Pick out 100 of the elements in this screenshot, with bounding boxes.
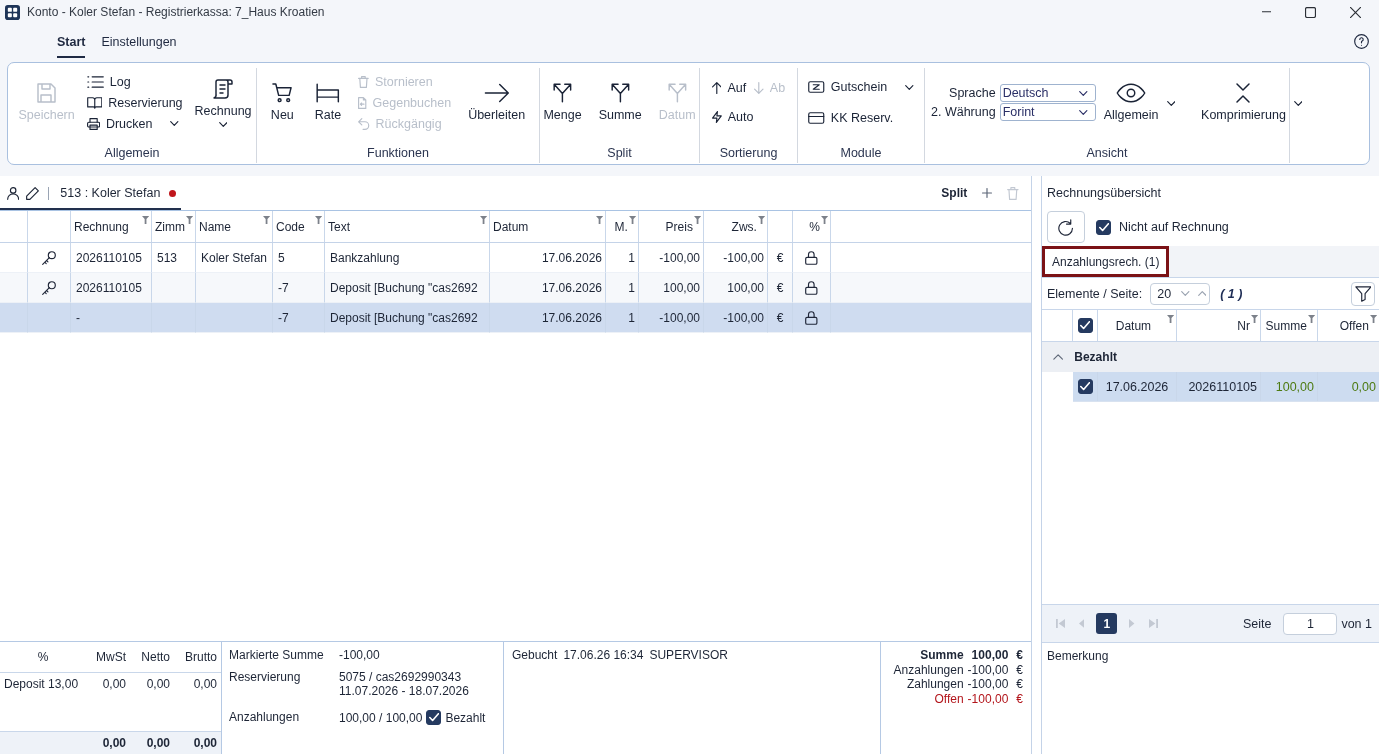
filter-icon[interactable] [1369,315,1377,323]
spinner-field[interactable]: 20 [1150,282,1211,305]
column-header[interactable]: Datum [490,211,606,242]
ribbon-button[interactable]: Komprimierung [1197,80,1307,125]
table-cell: 17.06.2026 [490,303,606,333]
booking-time: 17.06.26 16:34 [563,648,644,662]
chevron-up-icon[interactable] [1053,354,1064,360]
ribbon-button[interactable]: Rate [310,80,346,125]
filter-icon[interactable] [1307,315,1315,323]
column-header[interactable]: Name [196,211,273,242]
key-icon[interactable] [42,280,56,295]
list-icon [86,75,104,88]
padlock-icon[interactable] [805,280,818,295]
column-header[interactable]: Summe [1261,310,1318,341]
minimize-icon[interactable] [1262,11,1271,13]
window-title: Konto - Koler Stefan - Registrierkassa: 7_Haus Kroatien [27,5,325,19]
checkbox[interactable] [1077,379,1093,394]
column-header[interactable]: M. [606,211,639,242]
chevron-down-icon [170,121,179,126]
field-value: 5075 / cas2692990343 [339,670,462,684]
filter-icon[interactable] [693,216,701,224]
column-header[interactable]: Text [325,211,490,242]
dropdown-field[interactable]: Deutsch [999,84,1096,102]
filter-icon[interactable] [757,216,765,224]
table-cell: - [71,303,152,333]
ribbon-button[interactable]: Gutschein [808,77,914,97]
ticket-icon [808,81,825,93]
tab[interactable]: Anzahlungsrech. (1) [1042,246,1170,277]
filter-icon[interactable] [186,216,194,224]
split-button[interactable]: Split [941,186,968,200]
chevron-down-icon [1166,101,1176,106]
filter-icon[interactable] [1166,315,1174,323]
checkbox[interactable] [1077,318,1093,333]
filter-icon[interactable] [479,216,487,224]
filter-icon[interactable] [1250,315,1258,323]
table-cell-text: 0,00 [192,677,218,691]
field-label: Anzahlungen [229,710,301,725]
chevrons-icon [1235,82,1252,103]
column-header[interactable]: Nr [1177,310,1261,341]
menu-tab[interactable]: Start [57,28,86,58]
table-row[interactable]: 2026110105 -7 Deposit [Buchung "cas2692 17.06.2026 1 100,00 100,00 € [0,273,1031,303]
cart-icon [272,82,293,103]
pencil-icon[interactable] [26,186,40,200]
ribbon-button[interactable]: Überleiten [464,80,530,125]
ribbon-button[interactable]: Auto [711,107,754,127]
ribbon-button[interactable]: Auf [711,78,747,98]
account-tab[interactable]: 513 : Koler Stefan [0,176,182,210]
padlock-icon[interactable] [805,250,818,265]
total-cell-text: 0,00 [192,736,218,750]
table-row[interactable]: 17.06.2026 2026110105 100,00 0,00 [1073,372,1379,402]
refresh-button[interactable] [1047,211,1085,243]
arrow-right-icon [483,82,510,103]
column-header: Netto [140,650,171,664]
close-icon[interactable] [1350,6,1361,18]
column-header[interactable]: Offen [1318,310,1379,341]
filter-icon[interactable] [595,216,603,224]
filter-icon[interactable] [314,216,322,224]
column-header[interactable]: Datum [1098,310,1177,341]
column-header[interactable]: Code [273,211,325,242]
table-cell: 1 [606,303,639,333]
filter-icon[interactable] [141,216,149,224]
ribbon-button[interactable]: Allgemein [1099,80,1180,125]
filter-icon[interactable] [262,216,270,224]
column-header[interactable]: Zimm [152,211,196,242]
ribbon-button[interactable]: Rechnung [190,76,256,129]
group-label: Split [606,145,633,162]
plus-icon[interactable] [982,188,993,198]
ribbon-button[interactable]: Neu [266,80,298,125]
checkbox[interactable] [1096,219,1111,235]
person-icon[interactable] [7,186,20,200]
ribbon-button[interactable]: Reservierung [86,92,183,113]
table-cell-text: 0,00 [1350,378,1377,396]
currency-symbol: € [1015,677,1023,692]
page-input[interactable]: 1 [1283,612,1338,635]
currency-symbol: € [1015,648,1023,663]
dropdown-field[interactable]: Forint [999,103,1096,121]
ribbon-button[interactable]: Summe [594,80,646,125]
scroll-icon [213,78,234,99]
column-header[interactable]: Preis [639,211,704,242]
ribbon-button[interactable]: Log [86,71,131,92]
table-row[interactable]: - -7 Deposit [Buchung "cas2692 17.06.2026 1 -100,00 -100,00 € [0,303,1031,333]
help-icon[interactable] [1354,33,1369,49]
ribbon-button[interactable]: KK Reserv. [808,108,894,128]
column-header[interactable]: Rechnung [71,211,152,242]
ribbon-button[interactable]: Menge [539,80,586,125]
group-row[interactable]: Bezahlt [1042,342,1379,372]
filter-icon[interactable] [628,216,636,224]
filter-icon[interactable] [820,216,828,224]
menu-tab[interactable]: Einstellungen [101,28,177,58]
maximize-icon[interactable] [1305,6,1316,18]
ribbon-button[interactable]: Drucken [86,113,179,134]
group-label: Sortierung [718,145,779,162]
filter-button[interactable] [1351,281,1375,306]
page-button[interactable]: 1 [1096,613,1118,634]
column-header[interactable]: % [793,211,831,242]
chevron-down-icon [218,121,228,127]
column-header[interactable]: Zws. [704,211,768,242]
padlock-icon[interactable] [805,310,818,325]
checkbox[interactable] [426,710,442,725]
key-icon[interactable] [42,250,56,265]
